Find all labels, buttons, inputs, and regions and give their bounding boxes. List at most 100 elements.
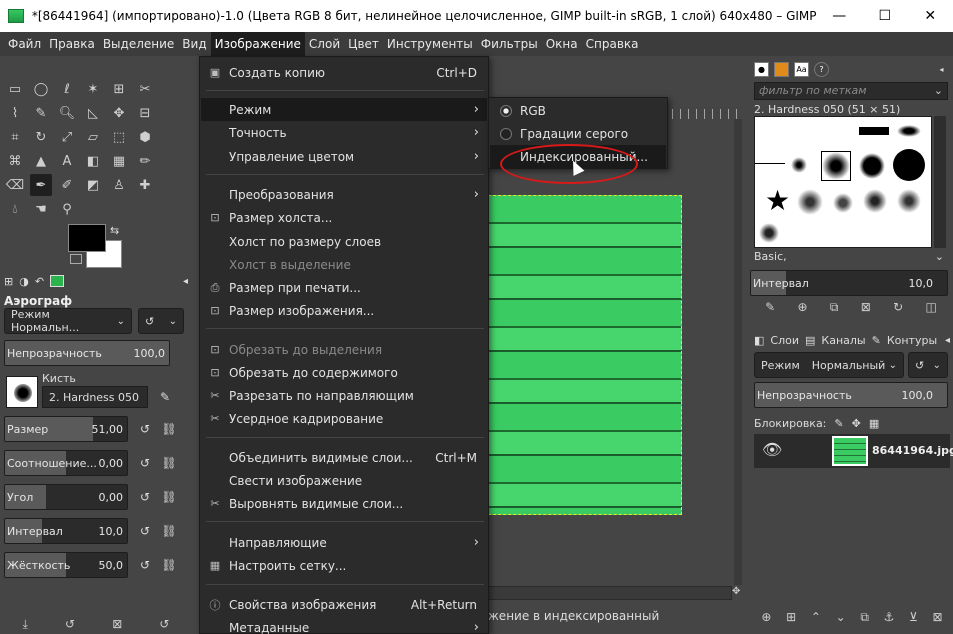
gradient-icon[interactable]: ◧ [82,150,104,172]
pattern-fill-icon[interactable]: ▦ [108,150,130,172]
image-menu-item[interactable]: ⊡ Размер изображения... [201,299,487,322]
image-menu-item[interactable]: ⓘ Свойства изображения Alt+Return [201,593,487,616]
menu-file[interactable]: Файл [4,32,45,56]
align-icon[interactable]: ⊟ [134,102,156,124]
paint-mode-select[interactable]: Режим Нормальн... ⌄ [4,308,132,334]
brush-item[interactable] [897,125,921,137]
tool-slider[interactable]: Интервал 10,0 [4,518,128,544]
restore-options-icon[interactable]: ↺ [65,617,75,631]
brush-preview[interactable] [6,376,38,408]
text-icon[interactable]: A [56,150,78,172]
rect-select-icon[interactable]: ▭ [4,78,26,100]
edit-brush-icon[interactable]: ✎ [765,300,775,320]
scissors-select-icon[interactable]: ✂ [134,78,156,100]
horizontal-scrollbar[interactable] [488,586,732,600]
delete-options-icon[interactable]: ⊠ [112,617,122,631]
color-picker-icon[interactable]: ✎ [30,102,52,124]
undo-history-tab-icon[interactable]: ↶ [35,275,44,288]
reset-icon[interactable]: ↺ [134,554,156,576]
brush-item-selected[interactable] [821,151,851,181]
duplicate-layer-icon[interactable]: ⧉ [860,610,869,630]
lock-pixels-icon[interactable]: ✎ [834,417,843,430]
image-menu-item[interactable]: Преобразования › [201,183,487,206]
swap-colors-icon[interactable]: ⇆ [110,224,119,237]
raise-layer-icon[interactable]: ⌃ [811,610,821,630]
reset-icon[interactable]: ↺ [134,418,156,440]
tool-slider[interactable]: Угол 0,00 [4,484,128,510]
reset-icon[interactable]: ↺ [134,486,156,508]
lower-layer-icon[interactable]: ⌄ [836,610,846,630]
brush-item[interactable] [759,223,779,243]
dock-config-icon[interactable]: ◂ [945,335,950,346]
delete-brush-icon[interactable]: ⊠ [861,300,871,320]
tool-slider[interactable]: Соотношение... 0,00 [4,450,128,476]
maximize-button[interactable]: ☐ [862,0,907,32]
brush-grid[interactable]: ★ [754,116,932,248]
move-icon[interactable]: ✥ [108,102,130,124]
brush-edit-icon[interactable]: ✎ [154,386,176,408]
brush-tag-filter[interactable]: фильтр по меткам ⌄ [754,82,948,100]
minimize-button[interactable]: — [817,0,862,32]
close-button[interactable]: ✕ [908,0,953,32]
new-layer-icon[interactable]: ⊕ [761,610,771,630]
link-icon[interactable]: ⛓ [158,520,180,542]
clone-icon[interactable]: ♙ [108,174,130,196]
brushes-tab-icon[interactable]: ● [754,62,769,77]
merge-layer-icon[interactable]: ⊻ [909,610,918,630]
refresh-brushes-icon[interactable]: ↻ [893,300,903,320]
brush-item[interactable] [859,153,885,179]
paths-tab-icon[interactable]: ✎ [872,334,881,347]
tool-options-tab-icon[interactable]: ⊞ [4,275,13,288]
image-menu-item[interactable]: ⊡ Обрезать до содержимого [201,361,487,384]
image-menu-item[interactable]: ✂ Разрезать по направляющим [201,384,487,407]
delete-layer-icon[interactable]: ⊠ [933,610,943,630]
eye-icon[interactable]: 👁︎ [762,440,782,459]
image-menu-item[interactable]: Управление цветом › [201,145,487,168]
color-select-icon[interactable]: ⊞ [108,78,130,100]
brush-grid-scrollbar[interactable] [934,116,946,248]
image-menu-item[interactable]: ▣ Создать копию Ctrl+D [201,61,487,84]
reset-colors-icon[interactable] [70,254,82,264]
menu-select[interactable]: Выделение [99,32,178,56]
dock-config-icon[interactable]: ◂ [934,62,949,77]
help-tab-icon[interactable]: ? [814,62,829,77]
menu-color[interactable]: Цвет [344,32,383,56]
scale-icon[interactable]: ⤢ [56,126,78,148]
image-menu-item[interactable]: Точность › [201,121,487,144]
image-menu-item[interactable]: Направляющие › [201,531,487,554]
menu-edit[interactable]: Правка [45,32,99,56]
lock-alpha-icon[interactable]: ▦ [869,417,879,430]
menu-tools[interactable]: Инструменты [383,32,477,56]
blur-icon[interactable]: 💧︎ [4,198,26,220]
heal-icon[interactable]: ✚ [134,174,156,196]
image-menu-item[interactable]: ✂ Усердное кадрирование [201,407,487,430]
menu-filters[interactable]: Фильтры [477,32,542,56]
zoom-icon[interactable]: 🔍︎ [56,102,78,124]
reset-icon[interactable]: ↺ [134,520,156,542]
menu-windows[interactable]: Окна [542,32,582,56]
vertical-scrollbar[interactable] [734,119,742,585]
layer-name[interactable]: 86441964.jpg [872,444,953,457]
tool-slider[interactable]: Размер 51,00 [4,416,128,442]
dock-config-icon[interactable]: ◂ [183,276,188,287]
dodge-burn-icon[interactable]: ⚲ [56,198,78,220]
brush-as-image-icon[interactable]: ◫ [925,300,936,320]
menu-help[interactable]: Справка [582,32,643,56]
opacity-slider[interactable]: Непрозрачность 100,0 [4,340,170,366]
new-brush-icon[interactable]: ⊕ [798,300,808,320]
brush-spacing-slider[interactable]: Интервал 10,0 [750,270,948,296]
mypaint-brush-icon[interactable]: ◩ [82,174,104,196]
brush-item[interactable] [755,163,785,164]
shear-icon[interactable]: ▱ [82,126,104,148]
image-menu-item[interactable]: ⎙ Размер при печати... [201,276,487,299]
fonts-tab-icon[interactable]: Aa [794,62,809,77]
perspective-icon[interactable]: ⬚ [108,126,130,148]
menu-image[interactable]: Изображение [210,32,305,56]
layers-tab[interactable]: Слои [770,334,799,347]
link-icon[interactable]: ⛓ [158,486,180,508]
image-menu-item[interactable]: Объединить видимые слои... Ctrl+M [201,446,487,469]
transform-3d-icon[interactable]: ⬢ [134,126,156,148]
device-status-tab-icon[interactable]: ◑ [19,275,29,288]
image-menu-item[interactable]: Свести изображение [201,469,487,492]
layer-mode-select[interactable]: Режим Нормальный ⌄ [754,352,904,378]
